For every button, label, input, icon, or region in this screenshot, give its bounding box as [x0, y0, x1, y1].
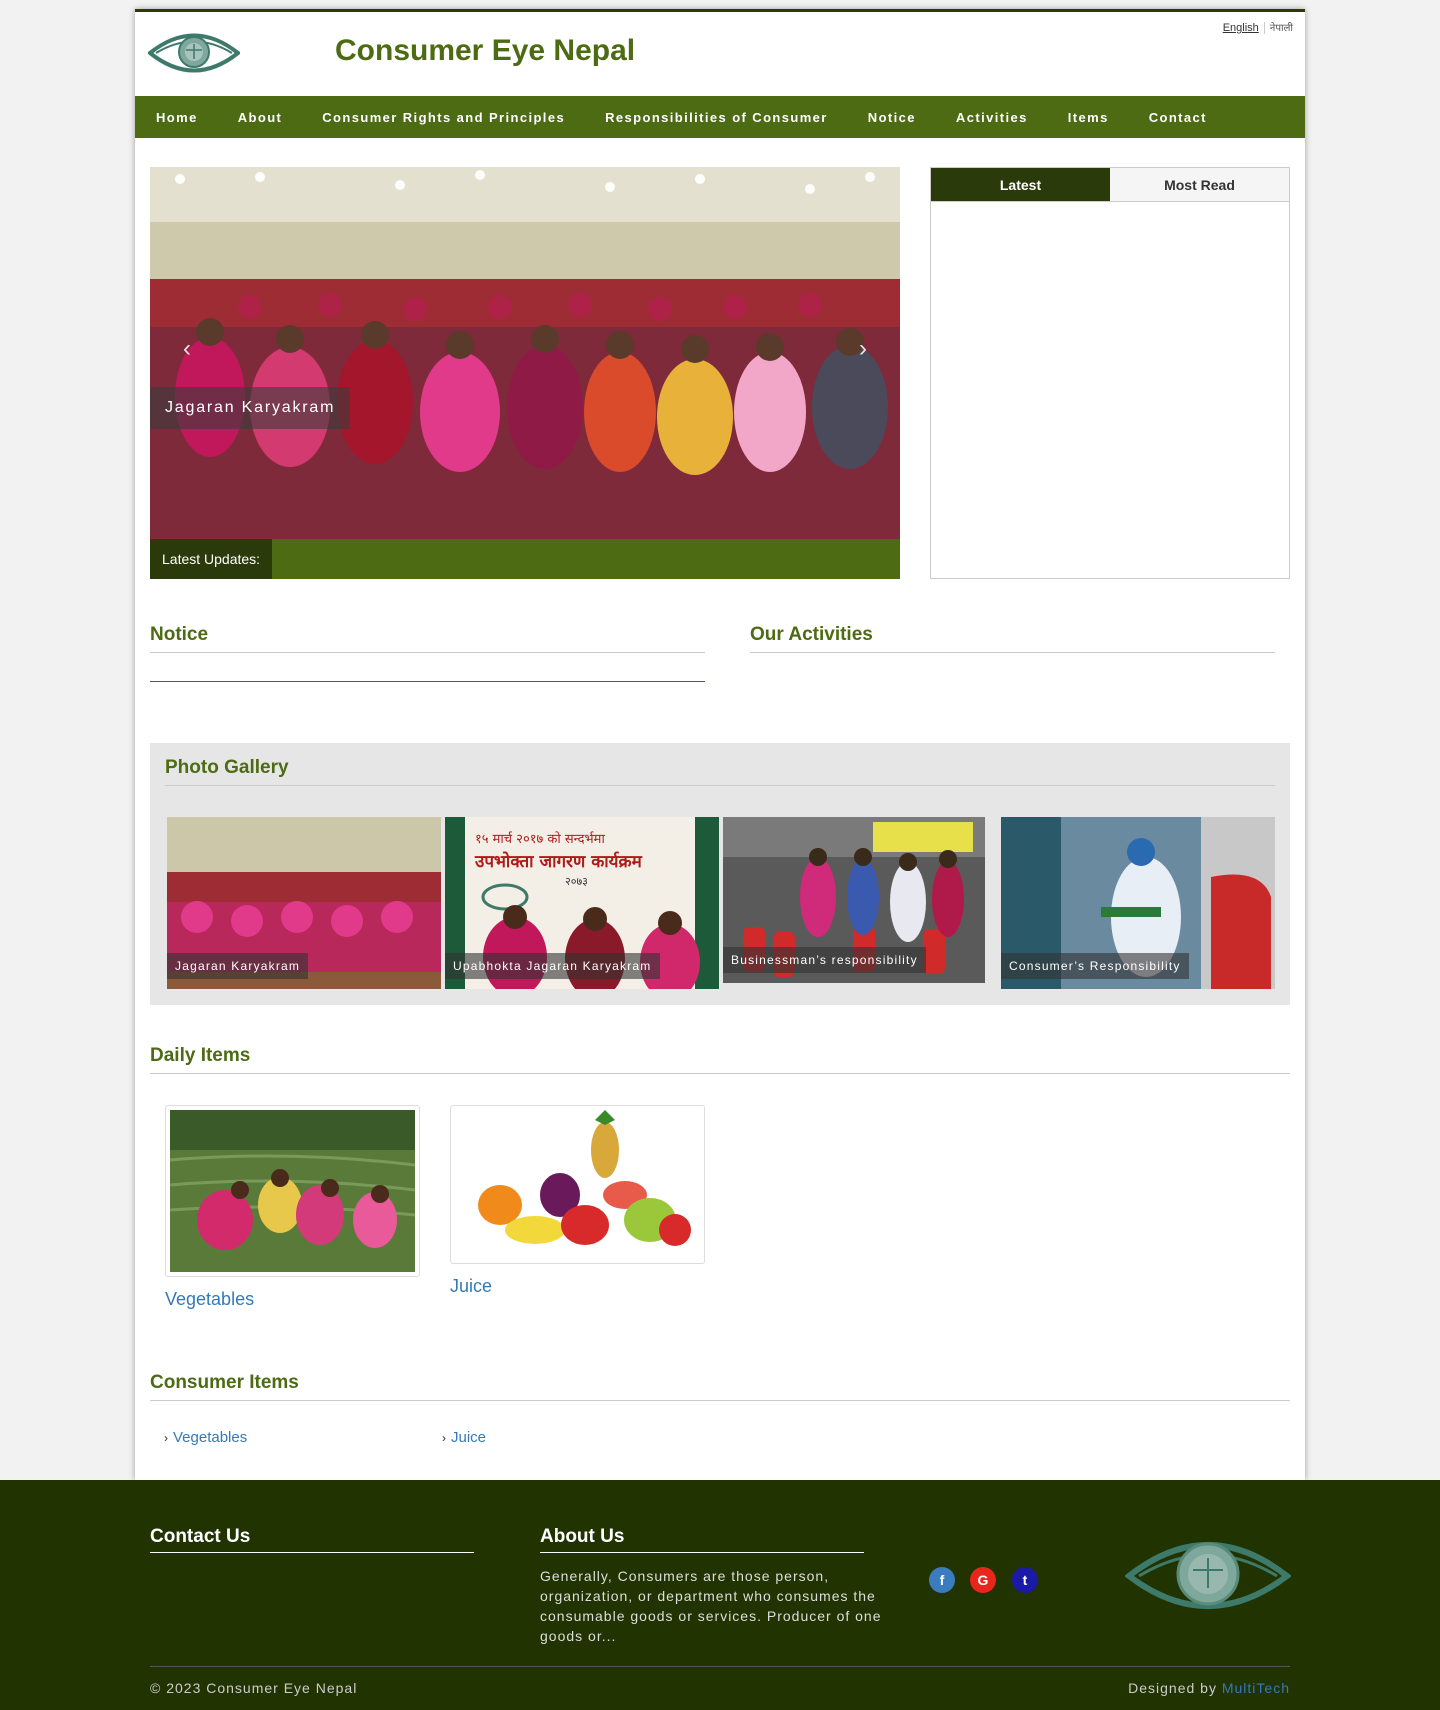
gallery-caption: Upabhokta Jagaran Karyakram	[445, 953, 660, 979]
item-card-vegetables[interactable]	[165, 1105, 420, 1277]
lang-nepali-link[interactable]: नेपाली	[1270, 23, 1293, 34]
slider-next-icon[interactable]: ›	[859, 335, 867, 363]
consumer-items-section: Consumer Items › Vegetables › Juice	[150, 1372, 1290, 1446]
news-tabs: Latest Most Read	[931, 168, 1289, 202]
nav-activities[interactable]: Activities	[956, 110, 1028, 125]
consumer-item-juice[interactable]: › Juice	[442, 1429, 486, 1446]
tab-most-read[interactable]: Most Read	[1110, 168, 1289, 201]
gallery-item[interactable]: Jagaran Karyakram	[167, 817, 441, 989]
twitter-icon[interactable]: t	[1012, 1567, 1038, 1593]
footer-divider	[150, 1666, 1290, 1667]
footer-contact-title: Contact Us	[150, 1526, 474, 1553]
footer-designed-by: Designed by MultiTech	[1128, 1680, 1290, 1696]
banner-text-1: १५ मार्च २०१७ को सन्दर्भमा	[475, 831, 605, 847]
item-image-vegetables	[169, 1110, 416, 1272]
consumer-item-label[interactable]: Vegetables	[173, 1429, 247, 1446]
nav-home[interactable]: Home	[156, 110, 198, 125]
google-icon[interactable]: G	[970, 1567, 996, 1593]
designed-prefix: Designed by	[1128, 1680, 1217, 1696]
banner-text-2: उपभोक्ता जागरण कार्यक्रम	[474, 851, 643, 872]
footer-eye-logo	[1125, 1542, 1291, 1609]
site-footer: Contact Us About Us Generally, Consumers…	[0, 1480, 1440, 1710]
chevron-right-icon: ›	[442, 1431, 446, 1445]
gallery-item[interactable]: १५ मार्च २०१७ को सन्दर्भमा उपभोक्ता जागर…	[445, 817, 719, 989]
ticker-label: Latest Updates:	[150, 539, 273, 579]
photo-gallery: Photo Gallery Jagaran Karyakram १५ मार्च	[150, 743, 1290, 1005]
slide-caption: Jagaran Karyakram	[150, 387, 351, 429]
language-switcher: English नेपाली	[1223, 20, 1293, 35]
notice-section: Notice	[150, 624, 705, 682]
page-container: Consumer Eye Nepal English नेपाली Home Ab…	[135, 9, 1305, 1480]
consumer-item-vegetables[interactable]: › Vegetables	[164, 1429, 247, 1446]
gallery-caption: Jagaran Karyakram	[167, 953, 309, 979]
item-image-juice	[455, 1110, 700, 1259]
activities-title: Our Activities	[750, 624, 1275, 653]
nav-responsibilities[interactable]: Responsibilities of Consumer	[605, 110, 828, 125]
daily-items-title: Daily Items	[150, 1045, 1290, 1074]
gallery-grid: Jagaran Karyakram १५ मार्च २०१७ को सन्दर…	[167, 817, 1275, 989]
site-header: Consumer Eye Nepal English नेपाली	[135, 12, 1305, 96]
daily-item-juice-link[interactable]: Juice	[450, 1276, 492, 1297]
nav-consumer-rights[interactable]: Consumer Rights and Principles	[322, 110, 565, 125]
notice-title: Notice	[150, 624, 705, 653]
daily-item-vegetables-link[interactable]: Vegetables	[165, 1289, 254, 1310]
footer-copyright: © 2023 Consumer Eye Nepal	[150, 1680, 358, 1696]
consumer-items-title: Consumer Items	[150, 1372, 1290, 1401]
consumer-item-label[interactable]: Juice	[451, 1429, 486, 1446]
activities-section: Our Activities	[750, 624, 1275, 653]
lang-english-link[interactable]: English	[1223, 22, 1259, 34]
nav-items[interactable]: Items	[1068, 110, 1109, 125]
site-title: Consumer Eye Nepal	[335, 34, 636, 67]
notice-divider	[150, 681, 705, 682]
news-ticker: Latest Updates:	[150, 539, 900, 579]
chevron-right-icon: ›	[164, 1431, 168, 1445]
slider-prev-icon[interactable]: ‹	[183, 335, 191, 363]
image-slider[interactable]: ‹ › Jagaran Karyakram Latest Updates:	[150, 167, 900, 579]
eye-logo[interactable]	[148, 26, 240, 80]
daily-items-section: Daily Items Vegetables Juice	[150, 1045, 1290, 1309]
footer-about-title: About Us	[540, 1526, 864, 1553]
news-tabs-panel: Latest Most Read	[930, 167, 1290, 579]
gallery-title: Photo Gallery	[165, 757, 1275, 786]
footer-about-text: Generally, Consumers are those person, o…	[540, 1568, 882, 1644]
facebook-icon[interactable]: f	[929, 1567, 955, 1593]
gallery-item[interactable]: Consumer’s Responsibility	[1001, 817, 1275, 989]
nav-contact[interactable]: Contact	[1149, 110, 1207, 125]
gallery-caption: Businessman’s responsibility	[723, 947, 926, 973]
main-nav: Home About Consumer Rights and Principle…	[135, 96, 1305, 138]
nav-notice[interactable]: Notice	[868, 110, 916, 125]
gallery-caption: Consumer’s Responsibility	[1001, 953, 1189, 979]
gallery-item[interactable]: Businessman’s responsibility	[723, 817, 985, 983]
slide-image	[150, 167, 900, 539]
designer-link[interactable]: MultiTech	[1222, 1680, 1290, 1696]
tab-latest[interactable]: Latest	[931, 168, 1110, 201]
nav-about[interactable]: About	[238, 110, 283, 125]
banner-text-3: २०७३	[565, 875, 588, 888]
item-card-juice[interactable]	[450, 1105, 705, 1264]
lang-divider	[1263, 22, 1265, 35]
